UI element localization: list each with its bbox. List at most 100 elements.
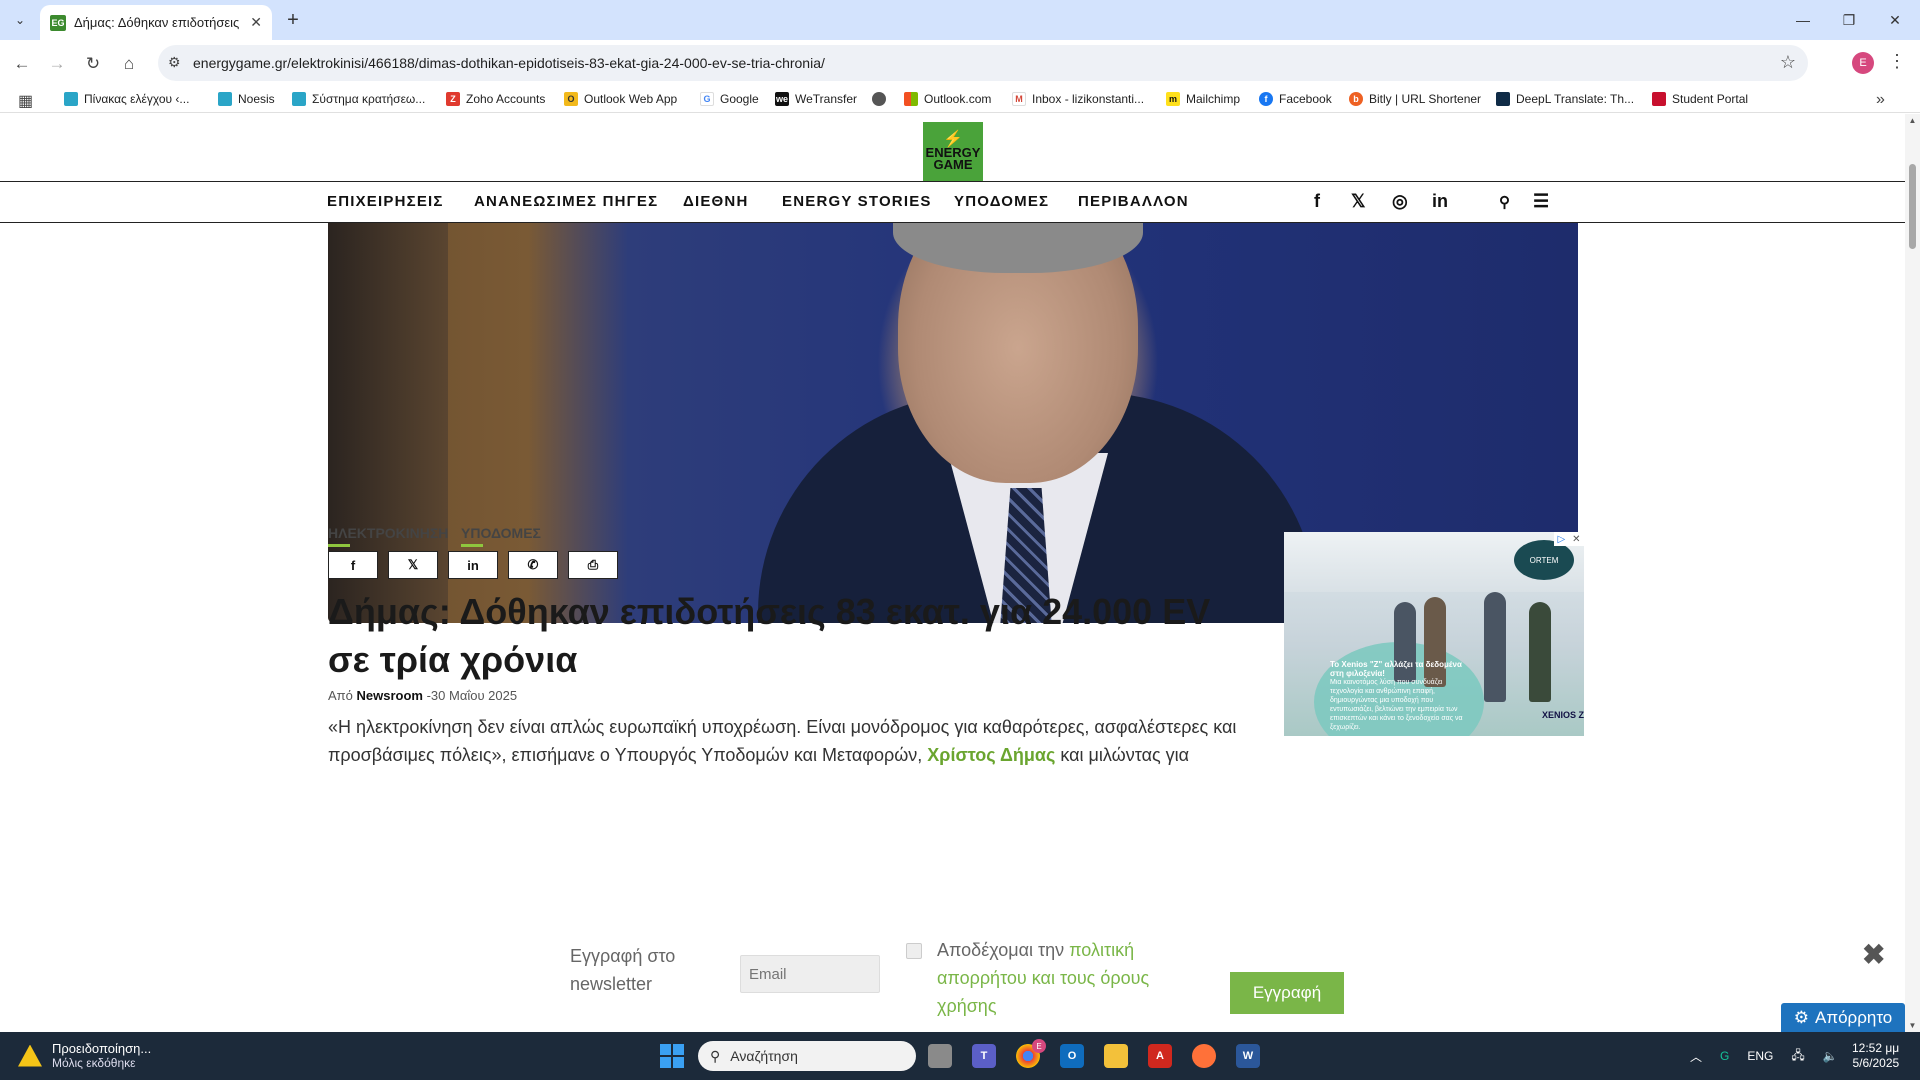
reload-button[interactable]: ↻ — [80, 51, 106, 77]
language-indicator[interactable]: ENG — [1747, 1049, 1773, 1063]
ad-headline: Το Xenios "Z" αλλάζει τα δεδομένα στη φι… — [1330, 660, 1462, 678]
forward-button[interactable]: → — [44, 51, 70, 77]
file-explorer-icon[interactable] — [1104, 1044, 1128, 1068]
hamburger-menu-icon[interactable]: ☰ — [1533, 191, 1549, 212]
page-viewport: ⚡ ENERGY GAME ΕΠΙΧΕΙΡΗΣΕΙΣ ΑΝΑΝΕΩΣΙΜΕΣ Π… — [0, 114, 1920, 1032]
nav-item-international[interactable]: ΔΙΕΘΝΗ — [683, 193, 749, 210]
nav-item-infrastructure[interactable]: ΥΠΟΔΟΜΕΣ — [954, 193, 1049, 210]
grammarly-icon[interactable]: G — [1720, 1049, 1729, 1063]
terms-checkbox[interactable] — [906, 943, 922, 959]
microsoft-icon — [904, 92, 918, 106]
instagram-icon[interactable]: ◎ — [1392, 191, 1408, 212]
bookmark-item[interactable]: Z Zoho Accounts — [446, 92, 545, 106]
ad-brand-logo: ORTEM — [1514, 540, 1574, 580]
bookmark-star-icon[interactable]: ☆ — [1780, 52, 1796, 73]
newsletter-email-input[interactable] — [740, 955, 880, 993]
active-tab[interactable]: EG Δήμας: Δόθηκαν επιδοτήσεις 8 ✕ — [40, 5, 272, 40]
bookmark-item[interactable] — [872, 92, 886, 106]
author-link[interactable]: Newsroom — [357, 688, 423, 703]
back-button[interactable]: ← — [9, 51, 35, 77]
bookmark-item[interactable]: m Mailchimp — [1166, 92, 1240, 106]
close-tab-icon[interactable]: ✕ — [250, 14, 262, 31]
chevron-up-icon[interactable]: ︿ — [1690, 1048, 1702, 1065]
taskbar-search[interactable]: ⚲ Αναζήτηση — [698, 1041, 916, 1071]
privacy-settings-button[interactable]: ⚙ Απόρρητο — [1781, 1003, 1905, 1033]
apps-grid-icon[interactable]: ▦ — [18, 91, 33, 111]
task-view-icon[interactable] — [928, 1044, 952, 1068]
start-button[interactable] — [660, 1044, 684, 1068]
zoho-icon: Z — [446, 92, 460, 106]
print-button[interactable]: ⎙ — [568, 551, 618, 579]
tab-search-button[interactable]: ⌄ — [8, 8, 32, 32]
bookmark-item[interactable]: DeepL Translate: Th... — [1496, 92, 1634, 106]
site-logo[interactable]: ⚡ ENERGY GAME — [923, 122, 983, 182]
acrobat-icon[interactable]: A — [1148, 1044, 1172, 1068]
site-info-icon[interactable]: ⚙ — [168, 54, 181, 71]
person-link[interactable]: Χρίστος Δήμας — [927, 745, 1055, 765]
newsletter-label: Εγγραφή στο newsletter — [570, 946, 676, 994]
gear-icon: ⚙ — [1793, 1008, 1809, 1027]
system-tray: ︿ G ENG 🖧 🔈 — [1690, 1032, 1838, 1080]
outlook-web-icon: O — [564, 92, 578, 106]
site-navigation: ΕΠΙΧΕΙΡΗΣΕΙΣ ΑΝΑΝΕΩΣΙΜΕΣ ΠΗΓΕΣ ΔΙΕΘΝΗ EN… — [0, 181, 1905, 223]
wetransfer-icon: we — [775, 92, 789, 106]
bookmark-item[interactable]: f Facebook — [1259, 92, 1332, 106]
scroll-thumb[interactable] — [1909, 164, 1916, 249]
more-bookmarks-icon[interactable]: » — [1876, 91, 1885, 109]
facebook-icon[interactable]: f — [1314, 191, 1320, 212]
bookmark-item[interactable]: Noesis — [218, 92, 275, 106]
chrome-profile-badge: E — [1032, 1039, 1046, 1053]
share-x-button[interactable]: 𝕏 — [388, 551, 438, 579]
nav-item-business[interactable]: ΕΠΙΧΕΙΡΗΣΕΙΣ — [327, 193, 444, 210]
newsletter-close-icon[interactable]: ✖ — [1862, 938, 1885, 971]
windows-taskbar: Προειδοποίηση... Μόλις εκδόθηκε ⚲ Αναζήτ… — [0, 1032, 1920, 1080]
share-facebook-button[interactable]: f — [328, 551, 378, 579]
teams-icon[interactable]: T — [972, 1044, 996, 1068]
bookmark-item[interactable]: O Outlook Web App — [564, 92, 677, 106]
scroll-up-icon[interactable]: ▲ — [1908, 116, 1917, 125]
nav-item-renewables[interactable]: ΑΝΑΝΕΩΣΙΜΕΣ ΠΗΓΕΣ — [474, 193, 658, 210]
taskbar-clock[interactable]: 12:52 μμ 5/6/2025 — [1852, 1041, 1899, 1071]
ad-close-icon[interactable]: ▷ ✕ — [1554, 532, 1584, 546]
word-icon[interactable]: W — [1236, 1044, 1260, 1068]
scroll-down-icon[interactable]: ▼ — [1908, 1021, 1917, 1030]
bookmark-item[interactable]: M Inbox - lizikonstanti... — [1012, 92, 1144, 106]
bookmark-item[interactable]: G Google — [700, 92, 759, 106]
bookmark-item[interactable]: b Bitly | URL Shortener — [1349, 92, 1481, 106]
home-button[interactable]: ⌂ — [116, 51, 142, 77]
minimize-button[interactable]: — — [1788, 8, 1818, 32]
notification-widget[interactable]: Προειδοποίηση... Μόλις εκδόθηκε — [18, 1041, 151, 1070]
firefox-icon[interactable] — [1192, 1044, 1216, 1068]
browser-menu-icon[interactable]: ⋮ — [1888, 51, 1906, 72]
address-bar[interactable]: ⚙ energygame.gr/elektrokinisi/466188/dim… — [158, 45, 1808, 81]
bookmark-item[interactable]: Πίνακας ελέγχου ‹... — [64, 92, 189, 106]
bookmark-item[interactable]: we WeTransfer — [775, 92, 857, 106]
bookmark-item[interactable]: Student Portal — [1652, 92, 1748, 106]
profile-avatar[interactable]: E — [1852, 52, 1874, 74]
url-text[interactable]: energygame.gr/elektrokinisi/466188/dimas… — [193, 55, 825, 71]
newsletter-submit-button[interactable]: Εγγραφή — [1230, 972, 1344, 1014]
linkedin-icon[interactable]: in — [1432, 191, 1448, 212]
page-scrollbar[interactable]: ▲ ▼ — [1905, 114, 1920, 1032]
warning-icon — [18, 1044, 42, 1067]
bookmark-item[interactable]: Σύστημα κρατήσεω... — [292, 92, 425, 106]
bookmark-favicon-icon — [292, 92, 306, 106]
new-tab-button[interactable]: + — [280, 7, 306, 33]
category-tag-infrastructure[interactable]: ΥΠΟΔΟΜΕΣ — [461, 525, 541, 547]
network-icon[interactable]: 🖧 — [1791, 1046, 1804, 1067]
nav-item-environment[interactable]: ΠΕΡΙΒΑΛΛΟΝ — [1078, 193, 1189, 210]
share-whatsapp-button[interactable]: ✆ — [508, 551, 558, 579]
search-icon[interactable]: ⚲ — [1499, 193, 1510, 211]
bookmark-item[interactable]: Outlook.com — [904, 92, 991, 106]
browser-toolbar: ← → ↻ ⌂ ⚙ energygame.gr/elektrokinisi/46… — [0, 40, 1920, 87]
facebook-icon: f — [1259, 92, 1273, 106]
sidebar-advertisement[interactable]: Το Xenios "Z" αλλάζει τα δεδομένα στη φι… — [1284, 532, 1584, 736]
category-tag-emobility[interactable]: ΗΛΕΚΤΡΟΚΙΝΗΣΗ — [328, 525, 448, 547]
x-twitter-icon[interactable]: 𝕏 — [1351, 191, 1366, 212]
nav-item-energy-stories[interactable]: ENERGY STORIES — [782, 193, 932, 210]
share-linkedin-button[interactable]: in — [448, 551, 498, 579]
close-window-button[interactable]: ✕ — [1880, 8, 1910, 32]
restore-button[interactable]: ❐ — [1834, 8, 1864, 32]
volume-icon[interactable]: 🔈 — [1823, 1049, 1838, 1063]
outlook-icon[interactable]: O — [1060, 1044, 1084, 1068]
